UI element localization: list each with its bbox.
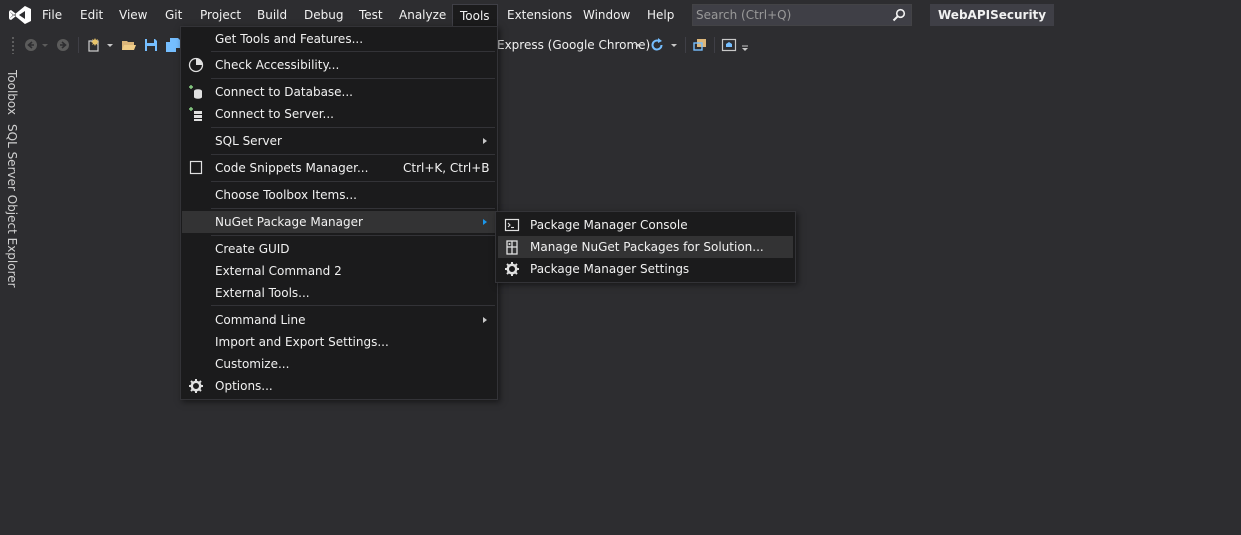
- gear-icon: [189, 379, 203, 393]
- menu-item-create-guid[interactable]: Create GUID: [182, 238, 496, 260]
- menu-item-label: Package Manager Console: [530, 218, 688, 232]
- menu-item-external-command-2[interactable]: External Command 2: [182, 260, 496, 282]
- tab-sql-server-object-explorer[interactable]: SQL Server Object Explorer: [5, 124, 19, 288]
- menu-item-options[interactable]: Options...: [182, 375, 496, 397]
- menu-separator: [211, 51, 495, 52]
- save-all-icon[interactable]: [165, 37, 181, 53]
- menu-item-manage-nuget-packages[interactable]: Manage NuGet Packages for Solution...: [498, 236, 793, 258]
- menu-item-connect-to-database[interactable]: Connect to Database...: [182, 81, 496, 103]
- snippet-icon: [189, 160, 203, 175]
- save-icon[interactable]: [143, 37, 159, 53]
- menu-item-label: Import and Export Settings...: [215, 335, 389, 349]
- chevron-down-icon[interactable]: [106, 37, 114, 53]
- menu-separator: [211, 305, 495, 306]
- menu-item-label: NuGet Package Manager: [215, 215, 363, 229]
- server-connect-icon: [189, 107, 202, 121]
- run-target-label[interactable]: Express (Google Chrome): [497, 37, 650, 53]
- menu-item-label: SQL Server: [215, 134, 282, 148]
- menu-item-label: Code Snippets Manager...: [215, 161, 369, 175]
- menu-item-label: Options...: [215, 379, 273, 393]
- menu-debug[interactable]: Debug: [303, 4, 344, 26]
- menu-item-external-tools[interactable]: External Tools...: [182, 282, 496, 304]
- menu-item-label: Check Accessibility...: [215, 58, 340, 72]
- menu-separator: [211, 154, 495, 155]
- menu-analyze[interactable]: Analyze: [398, 4, 447, 26]
- menu-item-sql-server[interactable]: SQL Server: [182, 130, 496, 152]
- menu-test[interactable]: Test: [358, 4, 384, 26]
- menu-file[interactable]: File: [41, 4, 63, 26]
- menu-separator: [211, 127, 495, 128]
- menu-extensions[interactable]: Extensions: [506, 4, 573, 26]
- submenu-arrow-icon: [483, 219, 487, 225]
- submenu-arrow-icon: [483, 317, 487, 323]
- menu-item-get-tools-and-features[interactable]: Get Tools and Features...: [182, 28, 496, 50]
- menu-item-customize[interactable]: Customize...: [182, 353, 496, 375]
- search-input[interactable]: [696, 6, 876, 24]
- console-icon: [504, 218, 520, 232]
- menu-item-label: Connect to Server...: [215, 107, 334, 121]
- menu-item-label: Create GUID: [215, 242, 290, 256]
- side-tool-rail: Toolbox SQL Server Object Explorer: [0, 62, 26, 535]
- menu-separator: [211, 235, 495, 236]
- toolbar-overflow-icon[interactable]: [741, 37, 749, 53]
- menu-item-label: External Tools...: [215, 286, 310, 300]
- toolbar-separator: [714, 37, 715, 53]
- navigate-forward-icon[interactable]: [55, 37, 71, 53]
- toolbar-separator: [685, 37, 686, 53]
- menu-item-label: Connect to Database...: [215, 85, 353, 99]
- menu-window[interactable]: Window: [582, 4, 631, 26]
- menu-build[interactable]: Build: [256, 4, 288, 26]
- menu-separator: [211, 78, 495, 79]
- menu-item-label: Customize...: [215, 357, 290, 371]
- menu-item-code-snippets-manager[interactable]: Code Snippets Manager... Ctrl+K, Ctrl+B: [182, 157, 496, 179]
- browser-link-icon[interactable]: [692, 37, 708, 53]
- menu-git[interactable]: Git: [164, 4, 183, 26]
- menu-help[interactable]: Help: [646, 4, 675, 26]
- toolbar-separator: [78, 37, 79, 53]
- accessibility-icon: [188, 57, 204, 73]
- submenu-arrow-icon: [483, 138, 487, 144]
- menu-item-connect-to-server[interactable]: Connect to Server...: [182, 103, 496, 125]
- visual-studio-logo-icon[interactable]: [8, 5, 32, 25]
- open-folder-icon[interactable]: [121, 37, 137, 53]
- menu-separator: [211, 208, 495, 209]
- chevron-down-icon[interactable]: [634, 37, 642, 53]
- menu-item-label: External Command 2: [215, 264, 342, 278]
- menu-item-import-export-settings[interactable]: Import and Export Settings...: [182, 331, 496, 353]
- menu-project[interactable]: Project: [199, 4, 242, 26]
- menu-item-label: Command Line: [215, 313, 306, 327]
- menu-item-choose-toolbox-items[interactable]: Choose Toolbox Items...: [182, 184, 496, 206]
- menu-item-label: Manage NuGet Packages for Solution...: [530, 240, 764, 254]
- menu-item-nuget-package-manager[interactable]: NuGet Package Manager: [182, 211, 496, 233]
- database-connect-icon: [189, 85, 202, 99]
- menu-item-check-accessibility[interactable]: Check Accessibility...: [182, 54, 496, 76]
- menu-item-label: Choose Toolbox Items...: [215, 188, 357, 202]
- menu-view[interactable]: View: [118, 4, 148, 26]
- menu-separator: [211, 181, 495, 182]
- solution-name[interactable]: WebAPISecurity: [930, 4, 1055, 26]
- tools-menu: Get Tools and Features... Check Accessib…: [180, 26, 498, 400]
- refresh-icon[interactable]: [649, 37, 665, 53]
- new-project-icon[interactable]: [86, 37, 102, 53]
- gear-icon: [505, 262, 519, 276]
- navigate-back-icon[interactable]: [23, 37, 39, 53]
- menu-item-shortcut: Ctrl+K, Ctrl+B: [403, 161, 490, 175]
- nuget-package-manager-submenu: Package Manager Console Manage NuGet Pac…: [495, 211, 796, 283]
- menu-item-package-manager-console[interactable]: Package Manager Console: [498, 214, 793, 236]
- menu-item-label: Package Manager Settings: [530, 262, 690, 276]
- menu-tools[interactable]: Tools: [452, 4, 498, 28]
- home-window-icon[interactable]: [721, 37, 737, 53]
- toolbar-grip[interactable]: [11, 36, 15, 54]
- tab-toolbox[interactable]: Toolbox: [5, 70, 19, 115]
- menu-item-label: Get Tools and Features...: [215, 32, 364, 46]
- menu-item-package-manager-settings[interactable]: Package Manager Settings: [498, 258, 793, 280]
- menu-edit[interactable]: Edit: [79, 4, 104, 26]
- chevron-down-icon[interactable]: [41, 37, 49, 53]
- chevron-down-icon[interactable]: [670, 37, 678, 53]
- search-icon[interactable]: [892, 8, 906, 22]
- menu-item-command-line[interactable]: Command Line: [182, 309, 496, 331]
- search-box[interactable]: [692, 4, 912, 26]
- package-icon: [506, 240, 518, 255]
